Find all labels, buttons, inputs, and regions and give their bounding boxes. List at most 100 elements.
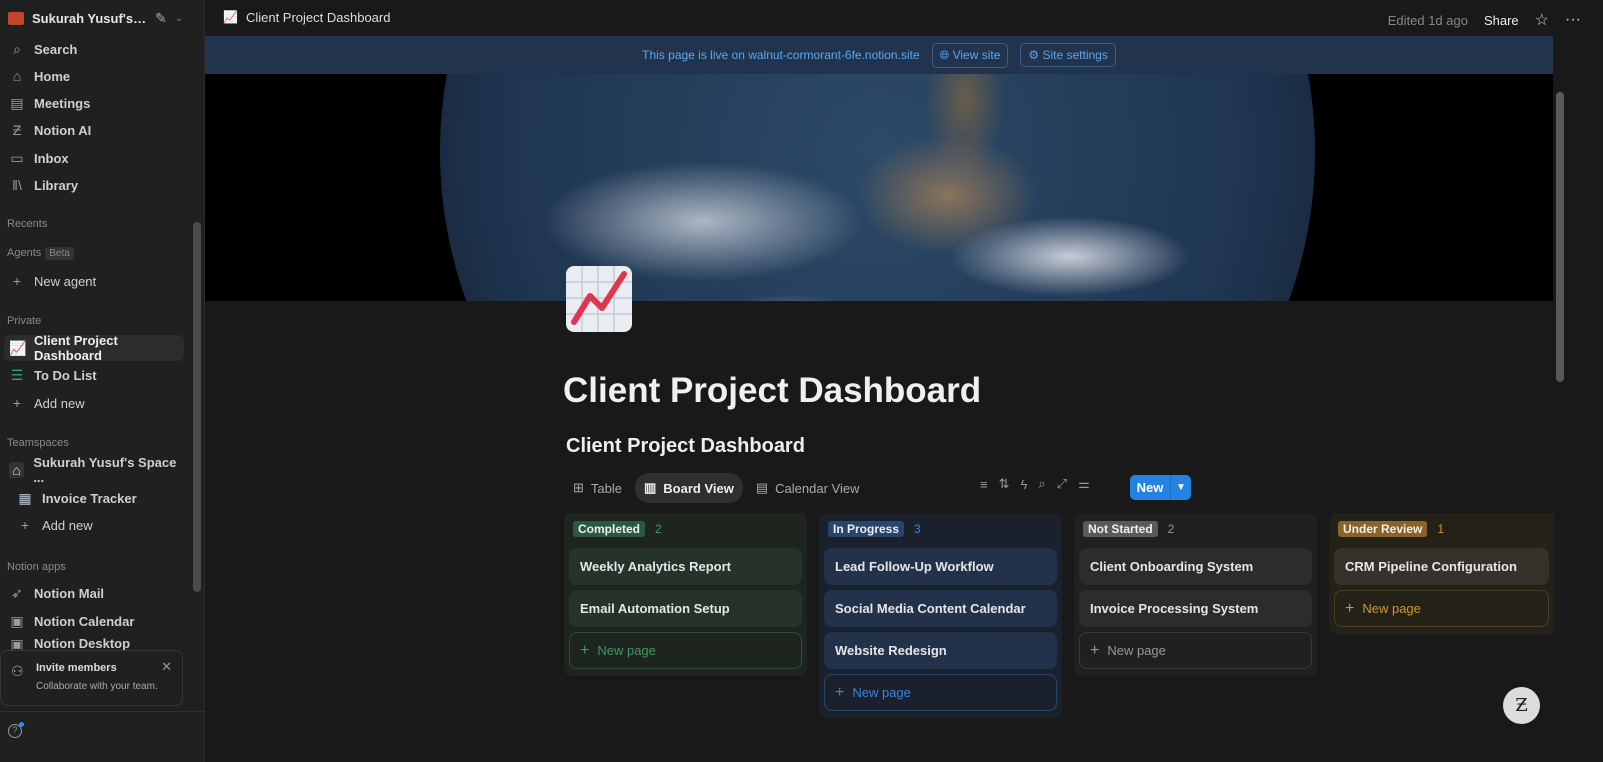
board-icon: ▥	[643, 480, 657, 495]
sidebar-item-notion-calendar[interactable]: ▣ Notion Calendar	[4, 608, 184, 634]
column-header[interactable]: Not Started 2	[1079, 520, 1312, 538]
automation-icon[interactable]: ϟ	[1021, 477, 1028, 492]
calendar-icon: ▤	[755, 480, 769, 495]
filter-icon[interactable]: ≡	[980, 477, 988, 492]
new-page-button[interactable]: + New page	[569, 632, 802, 669]
label: Add new	[42, 517, 93, 533]
label: Board View	[663, 480, 734, 496]
status-tag: In Progress	[828, 521, 905, 537]
new-page-icon[interactable]: ✎	[155, 10, 167, 27]
invite-title: Invite members	[36, 662, 117, 674]
inbox-icon: ▭	[10, 149, 24, 166]
plus-icon: +	[12, 395, 22, 411]
label: To Do List	[34, 367, 97, 383]
sidebar-scrollbar[interactable]	[193, 222, 201, 592]
sidebar-item-search[interactable]: ⌕ Search	[4, 36, 184, 62]
board-card[interactable]: Client Onboarding System	[1079, 548, 1312, 585]
view-site-button[interactable]: 🌐︎ View site	[931, 42, 1009, 68]
sidebar-item-notion-ai[interactable]: Ƶ Notion AI	[4, 117, 184, 143]
sidebar-item-inbox[interactable]: ▭ Inbox	[4, 145, 184, 171]
new-page-button[interactable]: + New page	[1079, 632, 1312, 669]
label: Notion AI	[34, 122, 92, 138]
invite-members-popup[interactable]: ⚇ Invite members Collaborate with your t…	[0, 650, 183, 706]
sidebar-item-meetings[interactable]: ▤ Meetings	[4, 90, 184, 116]
label: Client Project Dashboard	[34, 333, 118, 363]
close-icon[interactable]: ✕	[161, 659, 172, 675]
scrollbar-thumb[interactable]	[1556, 92, 1564, 382]
sidebar-item-teamspace[interactable]: ⌂ Sukurah Yusuf's Space ...	[4, 455, 184, 485]
home-icon: ⌂	[12, 68, 22, 84]
sidebar-item-notion-desktop[interactable]: ▣ Notion Desktop	[4, 636, 184, 650]
chart-emoji-icon: 📈	[223, 10, 238, 24]
recents-heading[interactable]: Recents	[7, 218, 47, 230]
chevron-down-icon[interactable]: ⌄	[175, 13, 183, 24]
expand-icon[interactable]: ⤢	[1057, 476, 1067, 492]
banner-text: This page is live on walnut-cormorant-6f…	[642, 48, 920, 62]
board-card[interactable]: Invoice Processing System	[1079, 590, 1312, 627]
star-icon[interactable]: ☆	[1535, 10, 1549, 30]
page-icon-chart[interactable]	[566, 266, 632, 332]
new-agent-button[interactable]: + New agent	[4, 268, 184, 294]
column-header[interactable]: Completed 2	[569, 520, 802, 538]
sidebar-item-to-do-list[interactable]: ☰ To Do List	[4, 362, 184, 388]
sidebar-item-library[interactable]: ‖\ Library	[4, 172, 184, 198]
notion-ai-button[interactable]: Ƶ	[1503, 687, 1540, 724]
more-icon[interactable]: ···	[1565, 11, 1581, 29]
column-count: 3	[914, 522, 921, 536]
board-card[interactable]: Lead Follow-Up Workflow	[824, 548, 1057, 585]
new-page-button[interactable]: + New page	[824, 674, 1057, 711]
column-header[interactable]: Under Review 1	[1334, 520, 1549, 538]
page-title[interactable]: Client Project Dashboard	[563, 371, 981, 411]
status-tag: Not Started	[1083, 521, 1158, 537]
search-icon[interactable]: ⌕	[1038, 476, 1045, 492]
page-scrollbar[interactable]	[1553, 74, 1567, 762]
sort-icon[interactable]: ⇅	[999, 476, 1010, 492]
sidebar-item-notion-mail[interactable]: ➶ Notion Mail	[4, 580, 184, 606]
help-icon[interactable]: ?	[8, 722, 24, 738]
breadcrumb[interactable]: 📈 Client Project Dashboard	[223, 10, 390, 25]
breadcrumb-page[interactable]: Client Project Dashboard	[246, 10, 391, 25]
sidebar-item-client-project-dashboard[interactable]: 📈 Client Project Dashboard	[4, 333, 184, 363]
agents-heading: Agents Beta	[7, 247, 74, 260]
column-header[interactable]: In Progress 3	[824, 520, 1057, 538]
label: New page	[597, 643, 656, 658]
database-title[interactable]: Client Project Dashboard	[566, 435, 805, 458]
workspace-switcher[interactable]: Sukurah Yusuf's S... ✎ ⌄	[8, 8, 198, 28]
board-column-in-progress: In Progress 3 Lead Follow-Up Workflow Socia…	[819, 513, 1062, 718]
settings-icon[interactable]: ⚌	[1078, 476, 1090, 492]
column-count: 2	[655, 522, 662, 536]
new-button[interactable]: New ▼	[1130, 475, 1191, 500]
board-card[interactable]: Weekly Analytics Report	[569, 548, 802, 585]
board-card[interactable]: Website Redesign	[824, 632, 1057, 669]
chevron-down-icon[interactable]: ▼	[1170, 475, 1191, 500]
board-column-completed: Completed 2 Weekly Analytics Report Email A…	[564, 513, 807, 676]
view-tabs: ⊞ Table ▥ Board View ▤ Calendar View	[564, 473, 868, 503]
tab-board-view[interactable]: ▥ Board View	[634, 473, 743, 503]
cover-image[interactable]	[205, 74, 1553, 301]
document-icon: ▦	[18, 489, 32, 506]
board-card[interactable]: Email Automation Setup	[569, 590, 802, 627]
label: Notion Mail	[34, 585, 105, 601]
label: Home	[34, 68, 71, 84]
label: New page	[1107, 643, 1166, 658]
plus-icon: +	[20, 517, 30, 533]
send-icon: ➶	[11, 584, 23, 601]
site-settings-button[interactable]: ⚙ Site settings	[1020, 43, 1116, 67]
add-new-private-button[interactable]: + Add new	[4, 390, 184, 416]
add-new-team-button[interactable]: + Add new	[12, 512, 192, 538]
label: Add new	[34, 395, 85, 411]
edited-timestamp: Edited 1d ago	[1387, 12, 1468, 28]
tab-calendar-view[interactable]: ▤ Calendar View	[747, 473, 869, 503]
add-user-icon: ⚇	[11, 663, 24, 679]
new-page-button[interactable]: + New page	[1334, 590, 1549, 627]
sidebar-item-invoice-tracker[interactable]: ▦ Invoice Tracker	[12, 485, 192, 511]
board-card[interactable]: CRM Pipeline Configuration	[1334, 548, 1549, 585]
sidebar-item-home[interactable]: ⌂ Home	[4, 63, 184, 89]
notion-apps-heading: Notion apps	[7, 561, 66, 573]
tab-table[interactable]: ⊞ Table	[564, 473, 631, 503]
label: Notion Desktop	[34, 636, 131, 650]
board-card[interactable]: Social Media Content Calendar	[824, 590, 1057, 627]
workspace-name: Sukurah Yusuf's S...	[32, 10, 147, 26]
label: Library	[34, 177, 79, 193]
share-button[interactable]: Share	[1484, 13, 1519, 28]
